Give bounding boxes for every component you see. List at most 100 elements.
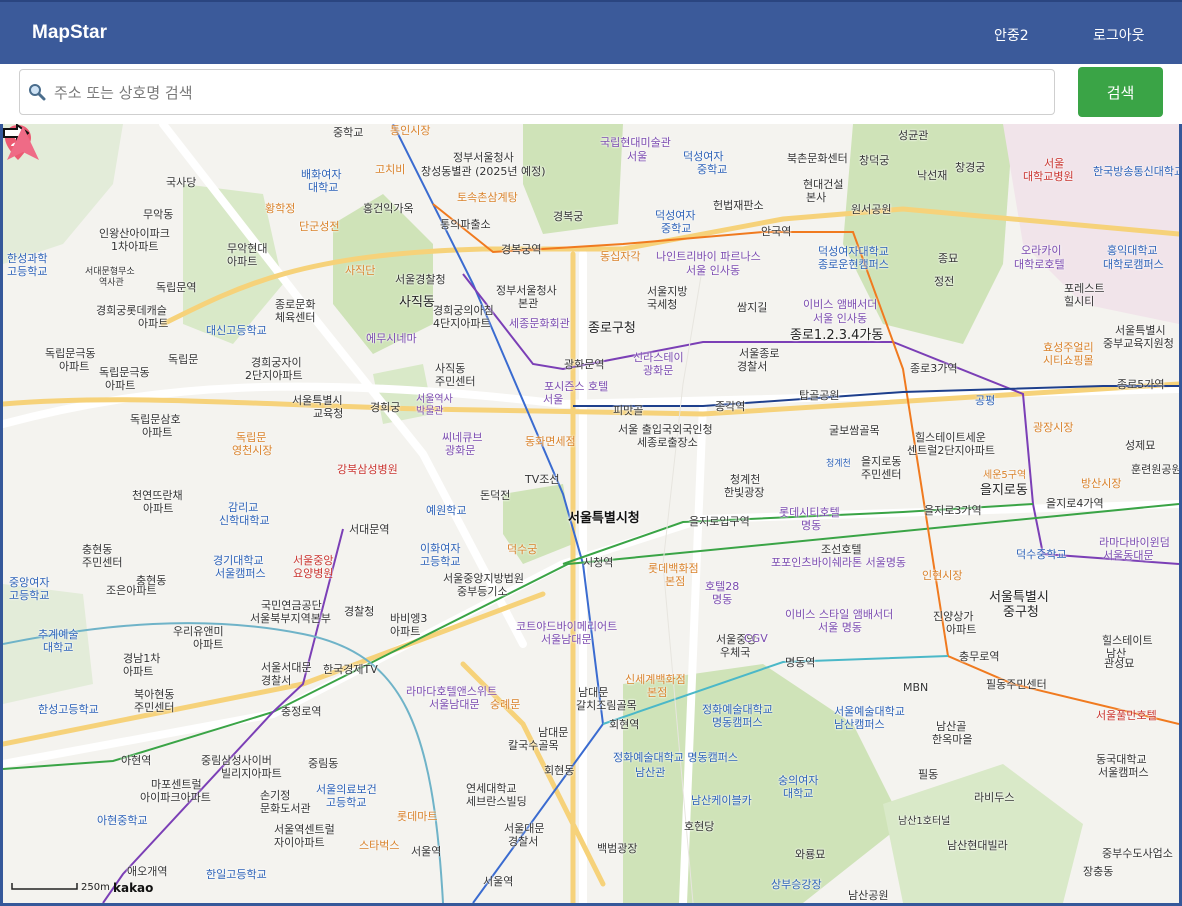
map-label: 헌법재판소	[713, 199, 764, 212]
map-label: 롯데마트	[397, 810, 438, 823]
map-label: 고등학교	[7, 265, 48, 278]
map-label: 체육센터	[275, 311, 316, 324]
map-label: 본점	[647, 686, 668, 699]
map-label: 남산공원	[848, 889, 889, 902]
map-label: 예원학교	[426, 504, 467, 517]
map-label: 서울지방	[647, 285, 688, 298]
map-label: 한빛광장	[724, 486, 765, 499]
map-label: 단군성전	[299, 220, 340, 233]
map-label: 창경궁	[955, 161, 986, 174]
search-button[interactable]: 검색	[1078, 67, 1163, 117]
map-label: 명동	[801, 519, 822, 532]
map-label: 서울종로	[739, 347, 780, 360]
map-label: 감리교	[228, 501, 259, 514]
map-label: 회현역	[609, 718, 640, 731]
map-label: 청계천	[826, 459, 851, 469]
north-arrow-icon[interactable]	[3, 124, 43, 164]
map-label: 씨네큐브	[442, 431, 483, 444]
map-label: 서대문역	[349, 523, 390, 536]
map-label: 아파트	[138, 317, 169, 330]
brand-logo[interactable]: MapStar	[32, 22, 107, 44]
map-label: 세종문화회관	[509, 317, 570, 330]
search-box	[19, 69, 1055, 115]
map-label: 고등학교	[9, 589, 50, 602]
map-label: 중부등기소	[457, 585, 508, 598]
map-label: 성균관	[898, 129, 929, 142]
map-label: 서울의료보건	[316, 783, 377, 796]
map-label: 대학교병원	[1023, 170, 1074, 183]
map-label: 낙선재	[917, 169, 948, 182]
map-label: 현대건설	[803, 178, 844, 191]
search-bar: 검색	[0, 64, 1182, 124]
map-label: 회현동	[544, 764, 575, 777]
map-label: 서울 인사동	[686, 264, 741, 277]
map-label: 훈련원공원	[1131, 463, 1179, 476]
map-label: 서울남대문	[541, 633, 592, 646]
map-label: 동십자각	[600, 250, 641, 263]
map-label: 경찰서	[508, 835, 539, 848]
map-label: 아파트	[123, 665, 154, 678]
map-label: 종로구청	[588, 321, 636, 336]
map-label: 아파트	[946, 623, 977, 636]
map-label: 북촌문화센터	[787, 152, 848, 165]
map-label: 중림동	[308, 757, 339, 770]
map-label: 본사	[806, 191, 827, 204]
map-label: 국사당	[166, 176, 197, 189]
map-canvas[interactable]: 중학교 통인시장 정부서울청사 창성동별관 (2025년 예정) 국립현대미술관…	[3, 124, 1179, 903]
logout-link[interactable]: 로그아웃	[1093, 25, 1145, 45]
map-label: 서울역	[411, 845, 442, 858]
map-label: 남산캠퍼스	[834, 718, 885, 731]
map-label: 바비엥3	[390, 612, 428, 625]
map-label: 독립문극동	[99, 366, 150, 379]
map-label: 서울역사	[416, 394, 453, 405]
map-label: 호현당	[684, 820, 715, 833]
map-label: 장충동	[1083, 865, 1114, 878]
map-label: 서울중앙지방법원	[443, 572, 524, 585]
map-label: 인현시장	[922, 569, 963, 582]
map-label: 서울	[543, 393, 564, 406]
map-label: 대신고등학교	[206, 324, 267, 337]
map-label: 을지로3가역	[924, 504, 982, 517]
map-label: 명동	[712, 593, 733, 606]
map-label: 서울특별시	[989, 590, 1049, 605]
map-label: 을지로입구역	[689, 515, 750, 528]
map-label: 한국방송통신대학교	[1093, 165, 1179, 178]
map-label: 포포인츠바이쉐라톤 서울명동	[771, 556, 907, 569]
map-label: 서울역센트럴	[274, 823, 335, 836]
map-label: 칼국수골목	[508, 739, 559, 752]
map-label: 경복궁	[553, 210, 584, 223]
map-label: 대학로호텔	[1014, 258, 1065, 271]
map-label: 우리유앤미	[173, 625, 224, 638]
map-label: 굴보쌈골목	[829, 424, 880, 437]
map-label: 강북삼성병원	[337, 463, 398, 476]
map-label: 에무시네마	[366, 332, 417, 345]
map-label: 코트야드바이메리어트	[516, 620, 618, 633]
map-label: 효성주얼리	[1043, 341, 1094, 354]
map-label: 세브란스빌딩	[466, 795, 527, 808]
map-label: 한국경제TV	[323, 663, 378, 676]
map-label: 사직단	[345, 264, 376, 277]
search-input[interactable]	[52, 76, 1046, 110]
map-label: 서울풀만호텔	[1096, 709, 1157, 722]
map-label: 명동캠퍼스	[712, 716, 763, 729]
map-label: 중림삼성사이버	[201, 754, 272, 767]
map-label: 천연뜨란채	[132, 489, 183, 502]
map-label: 주민센터	[861, 468, 902, 481]
map-label: 충정로역	[281, 705, 322, 718]
user-name[interactable]: 안중2	[994, 25, 1029, 45]
map-label: 서울북부지역본부	[250, 612, 331, 625]
map-label: 4단지아파트	[433, 317, 491, 330]
map-label: 남대문	[578, 686, 609, 699]
map-label: 창덕궁	[859, 154, 890, 167]
map-label: 중부교육지원청	[1103, 337, 1174, 350]
map-label: 충현동	[136, 574, 167, 587]
map-label: 아파트	[193, 638, 224, 651]
map-label: 중학교	[661, 222, 692, 235]
map-label: 고등학교	[326, 796, 367, 809]
map-label: 서울캠퍼스	[215, 567, 266, 580]
map-label: 을지로4가역	[1046, 497, 1104, 510]
map-label: 경희궁자이	[251, 356, 302, 369]
map-label: 경희궁의아침	[433, 304, 494, 317]
map-label: 피맛골	[613, 404, 644, 417]
map-label: 광장시장	[1033, 421, 1074, 434]
